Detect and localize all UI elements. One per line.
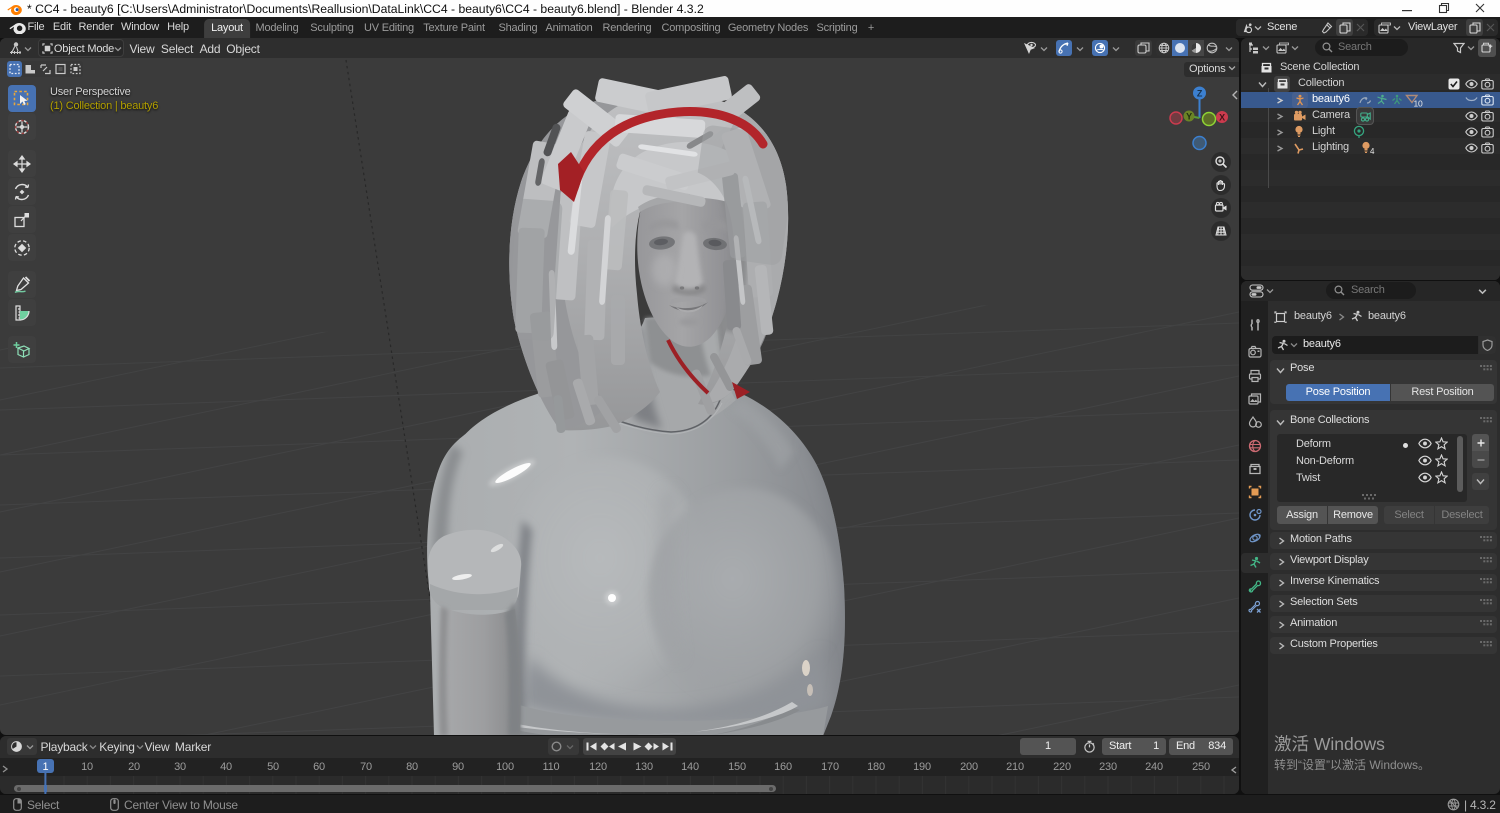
svg-text:Y: Y	[1186, 112, 1192, 122]
svg-text:Z: Z	[1197, 89, 1203, 99]
svg-text:10: 10	[1414, 99, 1424, 108]
svg-text:X: X	[1219, 113, 1225, 123]
svg-text:4: 4	[1370, 147, 1375, 155]
svg-text:1: 1	[43, 761, 49, 773]
